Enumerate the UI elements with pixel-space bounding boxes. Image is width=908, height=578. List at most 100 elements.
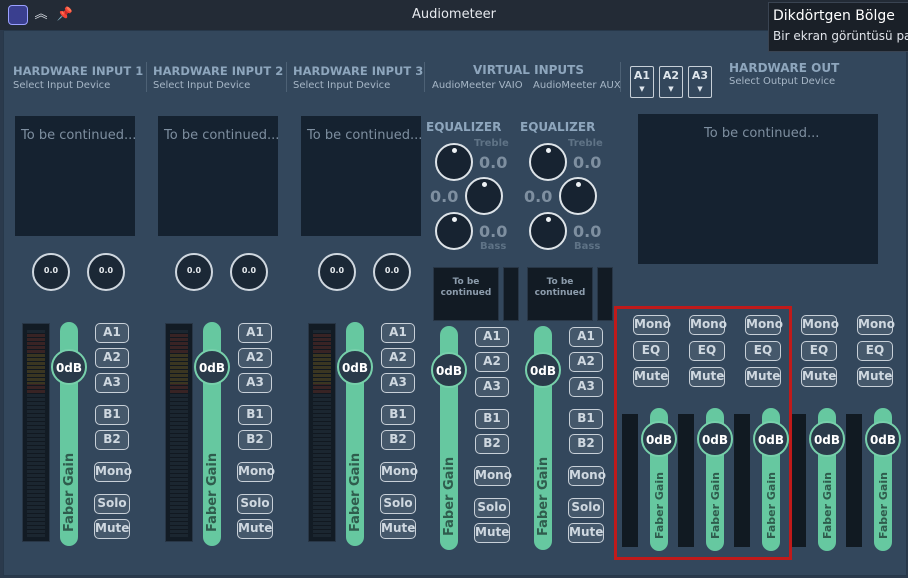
gain-knob[interactable]: 0.0 [318, 253, 356, 291]
knob-value: 0.0 [43, 266, 59, 275]
fader-gain-value: 0dB [55, 361, 83, 375]
mid-knob[interactable] [465, 177, 503, 215]
device-selector[interactable]: Select Input Device [13, 80, 110, 91]
route-b1-button[interactable]: B1 [569, 409, 603, 429]
route-a2-button[interactable]: A2 [569, 352, 603, 372]
fader-gain-value: 0dB [341, 361, 369, 375]
virtual-inputs-title: VIRTUAL INPUTS [473, 63, 584, 77]
route-a2-button[interactable]: A2 [95, 348, 129, 368]
treble-label: Treble [568, 138, 603, 149]
treble-value: 0.0 [573, 153, 602, 172]
mono-button[interactable]: Mono [801, 315, 839, 335]
mono-button[interactable]: Mono [857, 315, 895, 335]
mute-button[interactable]: Mute [474, 523, 510, 543]
section-title: HARDWARE INPUT 1 [13, 64, 144, 78]
mid-knob[interactable] [559, 177, 597, 215]
pan-knob[interactable]: 0.0 [230, 253, 268, 291]
fader-handle[interactable]: 0dB [525, 352, 561, 388]
route-a3-button[interactable]: A3 [475, 377, 509, 397]
route-a1-button[interactable]: A1 [238, 323, 272, 343]
bass-label: Bass [480, 241, 507, 252]
virtual-device-aux: AudioMeeter AUX [533, 80, 621, 91]
route-b1-button[interactable]: B1 [475, 409, 509, 429]
fader-handle[interactable]: 0dB [194, 349, 230, 385]
route-a2-button[interactable]: A2 [238, 348, 272, 368]
route-b2-button[interactable]: B2 [381, 430, 415, 450]
route-b1-button[interactable]: B1 [381, 405, 415, 425]
solo-button[interactable]: Solo [237, 494, 273, 514]
route-a1-button[interactable]: A1 [95, 323, 129, 343]
divider [424, 62, 425, 92]
route-a3-button[interactable]: A3 [238, 373, 272, 393]
solo-button[interactable]: Solo [380, 494, 416, 514]
route-a1-button[interactable]: A1 [475, 327, 509, 347]
route-a3-button[interactable]: A3 [95, 373, 129, 393]
eq-button[interactable]: EQ [801, 341, 837, 361]
pan-knob[interactable]: 0.0 [87, 253, 125, 291]
bass-value: 0.0 [573, 222, 602, 241]
output-select-label: A1 [633, 69, 651, 82]
mono-button[interactable]: Mono [474, 466, 512, 486]
route-b2-button[interactable]: B2 [238, 430, 272, 450]
route-a1-button[interactable]: A1 [381, 323, 415, 343]
output-device-selector[interactable]: Select Output Device [729, 76, 835, 87]
treble-knob[interactable] [529, 143, 567, 181]
solo-button[interactable]: Solo [568, 498, 604, 518]
mono-button[interactable]: Mono [94, 462, 132, 482]
route-a2-button[interactable]: A2 [475, 352, 509, 372]
route-a3-button[interactable]: A3 [381, 373, 415, 393]
output-select-label: A3 [691, 69, 709, 82]
bass-knob[interactable] [529, 212, 567, 250]
mini-display: To be continued [527, 267, 593, 321]
bass-knob[interactable] [435, 212, 473, 250]
route-a2-button[interactable]: A2 [381, 348, 415, 368]
gain-knob[interactable]: 0.0 [32, 253, 70, 291]
knob-value: 0.0 [329, 266, 345, 275]
route-a1-button[interactable]: A1 [569, 327, 603, 347]
equalizer-title: EQUALIZER [426, 120, 502, 134]
fader-handle[interactable]: 0dB [51, 349, 87, 385]
placeholder-text: To be continued [440, 277, 492, 298]
route-b2-button[interactable]: B2 [569, 434, 603, 454]
mono-button[interactable]: Mono [237, 462, 275, 482]
route-b1-button[interactable]: B1 [238, 405, 272, 425]
solo-button[interactable]: Solo [474, 498, 510, 518]
treble-knob[interactable] [435, 143, 473, 181]
output-select-a2[interactable]: A2 ▼ [659, 66, 683, 98]
mute-button[interactable]: Mute [380, 519, 416, 539]
fader-label: Faber Gain [536, 456, 551, 536]
device-selector[interactable]: Select Input Device [153, 80, 250, 91]
tooltip-title: Dikdörtgen Bölge [773, 8, 895, 24]
pan-knob[interactable]: 0.0 [373, 253, 411, 291]
output-select-a1[interactable]: A1 ▼ [630, 66, 654, 98]
gain-knob[interactable]: 0.0 [175, 253, 213, 291]
output-meter [846, 414, 862, 547]
level-meter [308, 323, 336, 542]
mono-button[interactable]: Mono [568, 466, 606, 486]
fader-handle[interactable]: 0dB [809, 421, 845, 457]
mute-button[interactable]: Mute [237, 519, 273, 539]
mute-button[interactable]: Mute [568, 523, 604, 543]
route-b1-button[interactable]: B1 [95, 405, 129, 425]
fader-handle[interactable]: 0dB [337, 349, 373, 385]
fader-gain-value: 0dB [529, 364, 557, 378]
placeholder-text: To be continued [534, 277, 586, 298]
section-title: HARDWARE INPUT 2 [153, 64, 284, 78]
fader-handle[interactable]: 0dB [431, 352, 467, 388]
device-selector[interactable]: Select Input Device [293, 80, 390, 91]
eq-button[interactable]: EQ [857, 341, 893, 361]
fader-gain-value: 0dB [813, 433, 841, 447]
mute-button[interactable]: Mute [94, 519, 130, 539]
mono-button[interactable]: Mono [380, 462, 418, 482]
output-select-a3[interactable]: A3 ▼ [688, 66, 712, 98]
route-b2-button[interactable]: B2 [475, 434, 509, 454]
treble-value: 0.0 [479, 153, 508, 172]
route-a3-button[interactable]: A3 [569, 377, 603, 397]
fader-handle[interactable]: 0dB [865, 421, 901, 457]
input-display: To be continued... [158, 116, 279, 236]
mute-button[interactable]: Mute [801, 367, 837, 387]
mute-button[interactable]: Mute [857, 367, 893, 387]
route-b2-button[interactable]: B2 [95, 430, 129, 450]
level-meter [22, 323, 50, 542]
solo-button[interactable]: Solo [94, 494, 130, 514]
